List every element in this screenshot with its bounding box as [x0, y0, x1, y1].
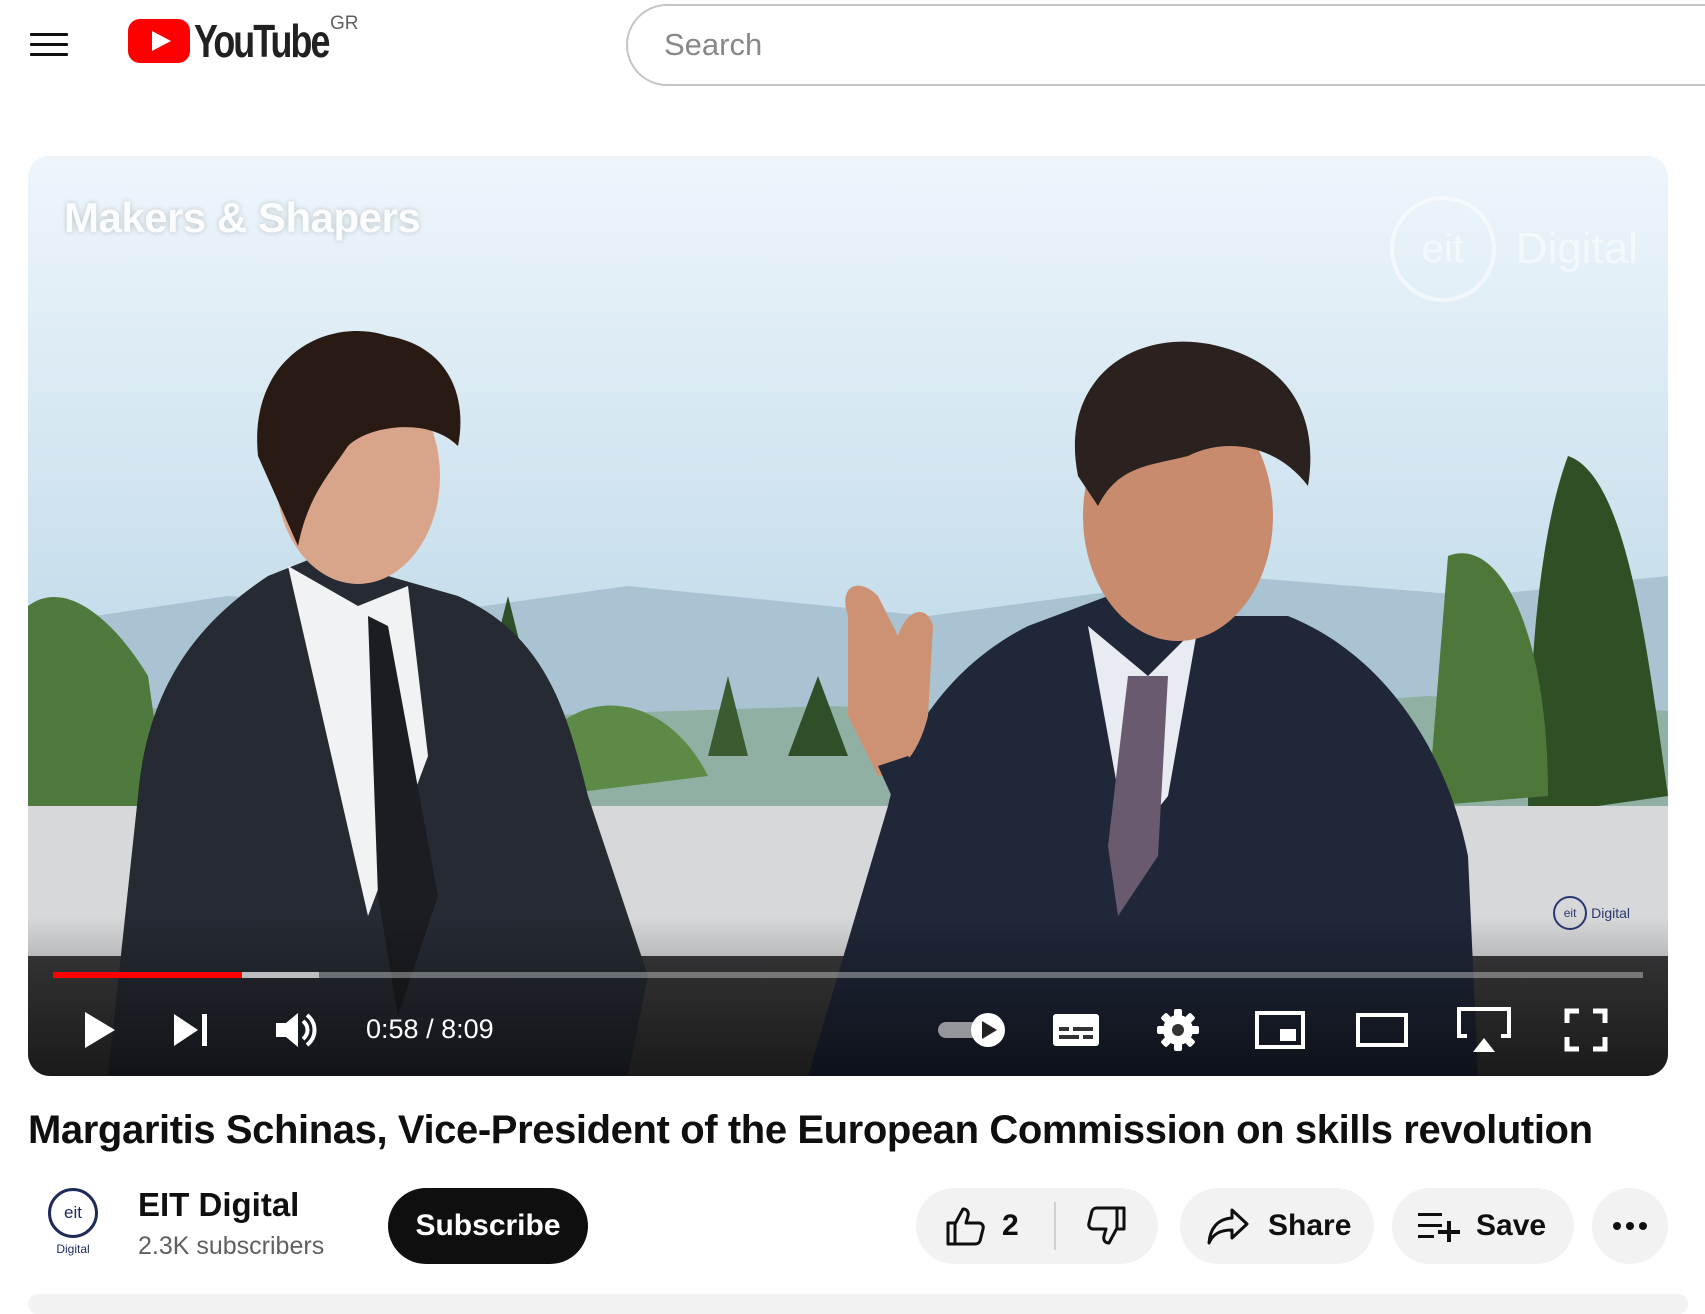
dislike-button[interactable]	[1056, 1205, 1158, 1247]
eit-logo-icon: eit	[48, 1188, 98, 1238]
next-button[interactable]	[160, 998, 224, 1062]
volume-icon	[276, 1013, 317, 1047]
volume-button[interactable]	[264, 998, 328, 1062]
like-count: 2	[1002, 1209, 1019, 1242]
cast-icon	[1457, 1007, 1511, 1052]
cast-button[interactable]	[1452, 998, 1516, 1062]
captions-button[interactable]	[1044, 998, 1108, 1062]
channel-avatar[interactable]: eit Digital	[40, 1188, 106, 1258]
play-button[interactable]	[68, 998, 132, 1062]
video-title: Margaritis Schinas, Vice-President of th…	[28, 1108, 1593, 1152]
settings-button[interactable]	[1146, 998, 1210, 1062]
autoplay-toggle[interactable]	[932, 998, 1012, 1062]
youtube-play-logo-icon	[128, 19, 190, 63]
miniplayer-button[interactable]	[1248, 998, 1312, 1062]
menu-button[interactable]	[30, 26, 74, 66]
eit-logo-icon: eit	[1389, 196, 1496, 302]
search-input[interactable]	[662, 26, 1566, 64]
subscriber-count: 2.3K subscribers	[138, 1232, 325, 1260]
fullscreen-button[interactable]	[1554, 998, 1618, 1062]
theater-icon	[1356, 1013, 1408, 1047]
add-to-playlist-icon	[1418, 1213, 1460, 1242]
time-display: 0:58 / 8:09	[366, 1014, 494, 1044]
logo-text: YouTube	[194, 15, 330, 67]
thumbs-up-icon	[946, 1207, 985, 1246]
captions-icon	[1053, 1014, 1099, 1046]
fullscreen-icon	[1564, 1008, 1608, 1052]
eit-digital-watermark: eit Digital	[1389, 196, 1638, 302]
more-actions-button[interactable]	[1592, 1188, 1668, 1264]
video-player[interactable]: Makers & Shapers eit Digital eit Digital…	[28, 156, 1668, 1076]
description-box[interactable]	[28, 1294, 1688, 1314]
save-button[interactable]: Save	[1392, 1188, 1574, 1264]
hamburger-icon	[30, 33, 68, 36]
country-code: GR	[330, 13, 359, 34]
progress-bar[interactable]	[53, 972, 1643, 978]
like-button[interactable]: 2	[916, 1205, 1054, 1247]
search-box[interactable]	[626, 4, 1705, 86]
settings-icon	[1157, 1009, 1199, 1051]
miniplayer-icon	[1255, 1011, 1305, 1049]
duration: 8:09	[441, 1014, 494, 1044]
more-horiz-icon	[1613, 1222, 1647, 1230]
progress-played	[53, 972, 243, 978]
play-icon	[85, 1012, 115, 1048]
current-time: 0:58	[366, 1014, 419, 1044]
channel-name[interactable]: EIT Digital	[138, 1186, 299, 1224]
share-icon	[1207, 1208, 1249, 1245]
share-button[interactable]: Share	[1180, 1188, 1374, 1264]
next-icon	[174, 1014, 207, 1046]
autoplay-toggle-icon	[938, 1013, 1005, 1047]
subscribe-button[interactable]: Subscribe	[388, 1188, 588, 1264]
theater-mode-button[interactable]	[1350, 998, 1414, 1062]
player-controls: 0:58 / 8:09	[28, 998, 1668, 1062]
thumbs-down-icon	[1087, 1206, 1126, 1245]
like-dislike-group: 2	[916, 1188, 1158, 1264]
video-overlay-title: Makers & Shapers	[64, 194, 421, 241]
